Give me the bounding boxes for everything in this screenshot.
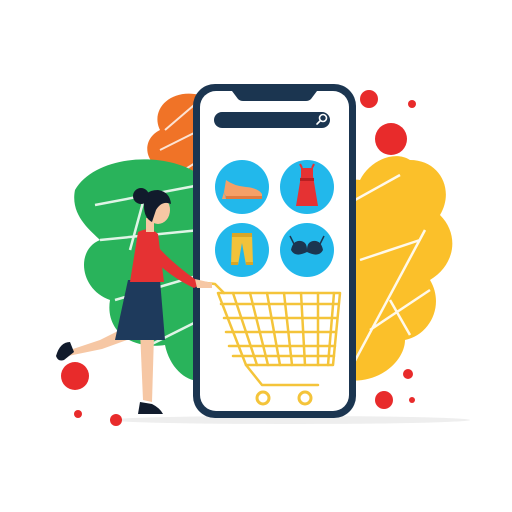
category-pants-button[interactable]	[215, 223, 269, 277]
woman-front-shoe	[138, 402, 163, 414]
dot	[110, 414, 122, 426]
phone-notch	[232, 91, 317, 101]
dot	[409, 397, 415, 403]
search-bar[interactable]	[214, 112, 330, 128]
woman-front-leg	[140, 330, 154, 402]
category-dresses-button[interactable]	[280, 160, 334, 214]
yellow-leaf	[345, 156, 453, 381]
dot	[403, 369, 413, 379]
woman-hair-bun	[133, 188, 149, 204]
woman-back-shoe	[56, 342, 74, 361]
dot	[360, 90, 378, 108]
dot	[375, 391, 393, 409]
illustration-canvas	[56, 84, 470, 426]
dot	[61, 362, 89, 390]
shopping-illustration	[0, 0, 512, 512]
category-shoes-button[interactable]	[215, 160, 269, 214]
dot	[408, 100, 416, 108]
dot	[375, 123, 407, 155]
dot	[74, 410, 82, 418]
category-lingerie-button[interactable]	[280, 223, 334, 277]
phone	[193, 84, 356, 418]
